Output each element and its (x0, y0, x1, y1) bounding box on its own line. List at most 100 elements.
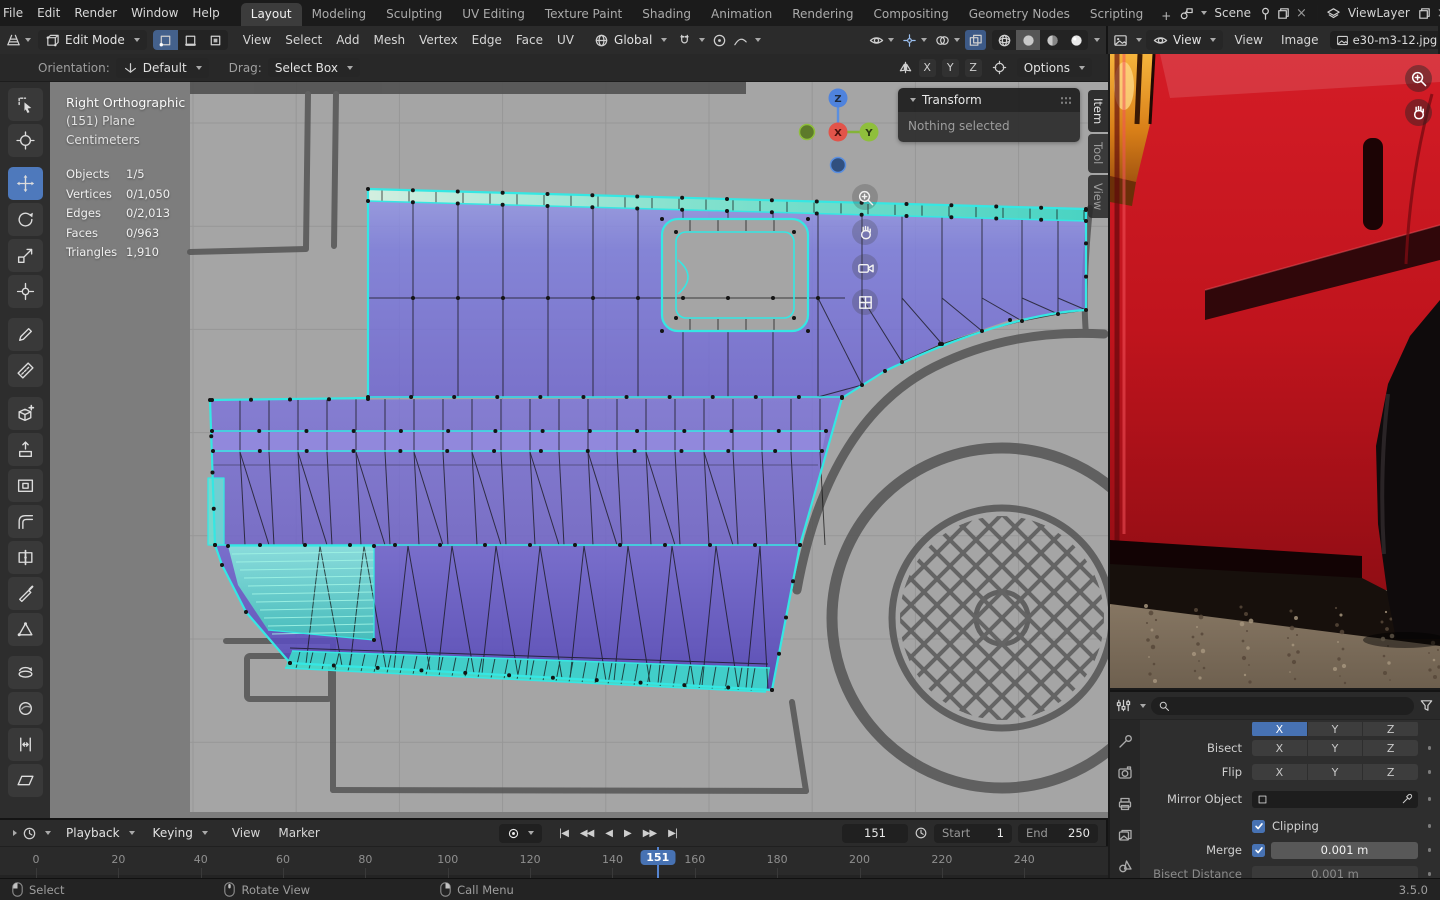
show-gizmo-toggle[interactable] (899, 30, 930, 50)
tool-tweak-select[interactable] (7, 88, 43, 121)
viewport-canvas[interactable] (50, 82, 1108, 818)
tool-scale[interactable] (7, 239, 43, 272)
animate-dot[interactable] (1427, 872, 1431, 876)
properties-search-input[interactable] (1151, 696, 1414, 715)
menu-marker[interactable]: Marker (271, 823, 326, 843)
animate-dot[interactable] (1427, 746, 1431, 750)
sidebar-tab-tool[interactable]: Tool (1088, 134, 1108, 173)
chevron-down-icon[interactable] (1140, 703, 1146, 708)
menu-add[interactable]: Add (329, 30, 366, 50)
edge-select-button[interactable] (178, 30, 203, 50)
menu-vertex[interactable]: Vertex (412, 30, 465, 50)
transform-panel-header[interactable]: Transform (898, 88, 1080, 112)
end-frame-field[interactable]: End 250 (1018, 823, 1098, 843)
menu-select[interactable]: Select (278, 30, 329, 50)
pin-icon[interactable] (1258, 6, 1273, 21)
play-reverse-button[interactable]: ◀ (600, 826, 617, 841)
axis-z-button[interactable]: Z (1363, 722, 1419, 736)
image-mode-dropdown[interactable]: View (1146, 30, 1224, 50)
scene-name[interactable]: Scene (1210, 6, 1255, 20)
tool-transform[interactable] (7, 275, 43, 308)
axis-x-button[interactable]: X (1252, 722, 1307, 736)
tool-knife[interactable] (7, 577, 43, 610)
merge-threshold-field[interactable]: 0.001 m (1271, 841, 1418, 859)
tool-shear[interactable] (7, 764, 43, 797)
chevron-down-icon[interactable] (1094, 38, 1100, 42)
camera-view-button[interactable] (852, 254, 878, 280)
image-datablock-field[interactable]: e30-m3-12.jpg × (1329, 31, 1438, 49)
transform-orientation-dropdown[interactable]: Global (587, 30, 674, 50)
add-workspace-button[interactable]: + (1153, 6, 1179, 26)
animate-dot[interactable] (1427, 848, 1431, 852)
menu-view[interactable]: View (1227, 30, 1269, 50)
mode-dropdown[interactable]: Edit Mode (38, 30, 147, 50)
zoom-button[interactable] (852, 184, 878, 210)
tool-edge-slide[interactable] (7, 728, 43, 761)
3d-viewport[interactable]: Right Orthographic (151) Plane Centimete… (50, 82, 1108, 818)
new-viewlayer-icon[interactable] (1417, 6, 1432, 21)
solid-shading-button[interactable] (1016, 30, 1040, 50)
flip-z-button[interactable]: Z (1363, 764, 1419, 780)
menu-render[interactable]: Render (67, 3, 124, 23)
output-tab-icon[interactable] (1117, 796, 1133, 812)
menu-window[interactable]: Window (124, 3, 185, 23)
menu-view[interactable]: View (225, 823, 267, 843)
workspace-tab-modeling[interactable]: Modeling (302, 3, 377, 26)
workspace-tab-uv-editing[interactable]: UV Editing (452, 3, 535, 26)
play-button[interactable]: ▶ (619, 826, 636, 841)
bisect-y-button[interactable]: Y (1307, 740, 1363, 756)
close-icon[interactable]: × (1294, 7, 1309, 20)
rendered-shading-button[interactable] (1064, 30, 1088, 50)
preview-range-icon[interactable] (914, 826, 928, 840)
tool-bevel[interactable] (7, 505, 43, 538)
timeline-ruler[interactable]: 151 0 20 40 60 80 100 120 140 160 180 200 220 240 (0, 846, 1108, 880)
vertex-select-button[interactable] (152, 30, 178, 50)
playhead-badge[interactable]: 151 (640, 850, 676, 865)
keying-dropdown[interactable]: Keying (146, 824, 215, 843)
workspace-tab-geometry-nodes[interactable]: Geometry Nodes (959, 3, 1080, 26)
menu-file[interactable]: File (0, 3, 30, 23)
mirror-x-toggle[interactable]: X (918, 58, 936, 77)
material-shading-button[interactable] (1040, 30, 1064, 50)
snap-target-icon[interactable] (992, 60, 1007, 75)
object-visibility-dropdown[interactable] (866, 30, 897, 50)
xray-toggle[interactable] (965, 30, 986, 50)
image-editor-type-icon[interactable] (1113, 33, 1128, 48)
playback-dropdown[interactable]: Playback (59, 824, 142, 843)
mirror-object-field[interactable] (1252, 790, 1418, 808)
chevron-down-icon[interactable] (45, 831, 51, 835)
previous-keyframe-button[interactable]: ◀◀ (575, 826, 598, 841)
menu-edit[interactable]: Edit (30, 3, 67, 23)
chevron-down-icon[interactable] (1136, 38, 1142, 42)
animate-dot[interactable] (1427, 797, 1431, 801)
tool-rotate[interactable] (7, 203, 43, 236)
gizmo-z-negative[interactable] (829, 156, 847, 174)
snap-toggle[interactable] (674, 30, 695, 50)
image-pan-button[interactable] (1405, 99, 1432, 126)
orthographic-toggle-button[interactable] (852, 289, 878, 315)
start-frame-field[interactable]: Start 1 (934, 823, 1012, 843)
face-select-button[interactable] (203, 30, 228, 50)
animate-dot[interactable] (1427, 824, 1431, 828)
menu-image[interactable]: Image (1274, 30, 1326, 50)
workspace-tab-animation[interactable]: Animation (701, 3, 782, 26)
menu-view[interactable]: View (236, 30, 278, 50)
tool-annotate[interactable] (7, 318, 43, 351)
tool-move[interactable] (7, 167, 43, 200)
chevron-down-icon[interactable] (1201, 11, 1208, 15)
proportional-editing-toggle[interactable] (709, 30, 730, 50)
menu-mesh[interactable]: Mesh (367, 30, 413, 50)
editor-collapse-icon[interactable] (13, 830, 17, 836)
sidebar-tab-item[interactable]: Item (1088, 90, 1108, 133)
navigation-gizmo[interactable]: Z Y X (790, 88, 886, 184)
timeline-editor-icon[interactable] (22, 826, 37, 841)
wireframe-shading-button[interactable] (992, 30, 1016, 50)
merge-checkbox[interactable] (1252, 843, 1265, 857)
jump-to-end-button[interactable]: ▶| (663, 826, 682, 841)
axis-y-button[interactable]: Y (1307, 722, 1363, 736)
show-overlays-toggle[interactable] (932, 30, 963, 50)
clipping-checkbox[interactable] (1252, 819, 1265, 833)
workspace-tab-scripting[interactable]: Scripting (1080, 3, 1153, 26)
chevron-down-icon[interactable] (755, 38, 762, 42)
scene-tab-icon[interactable] (1117, 858, 1133, 874)
